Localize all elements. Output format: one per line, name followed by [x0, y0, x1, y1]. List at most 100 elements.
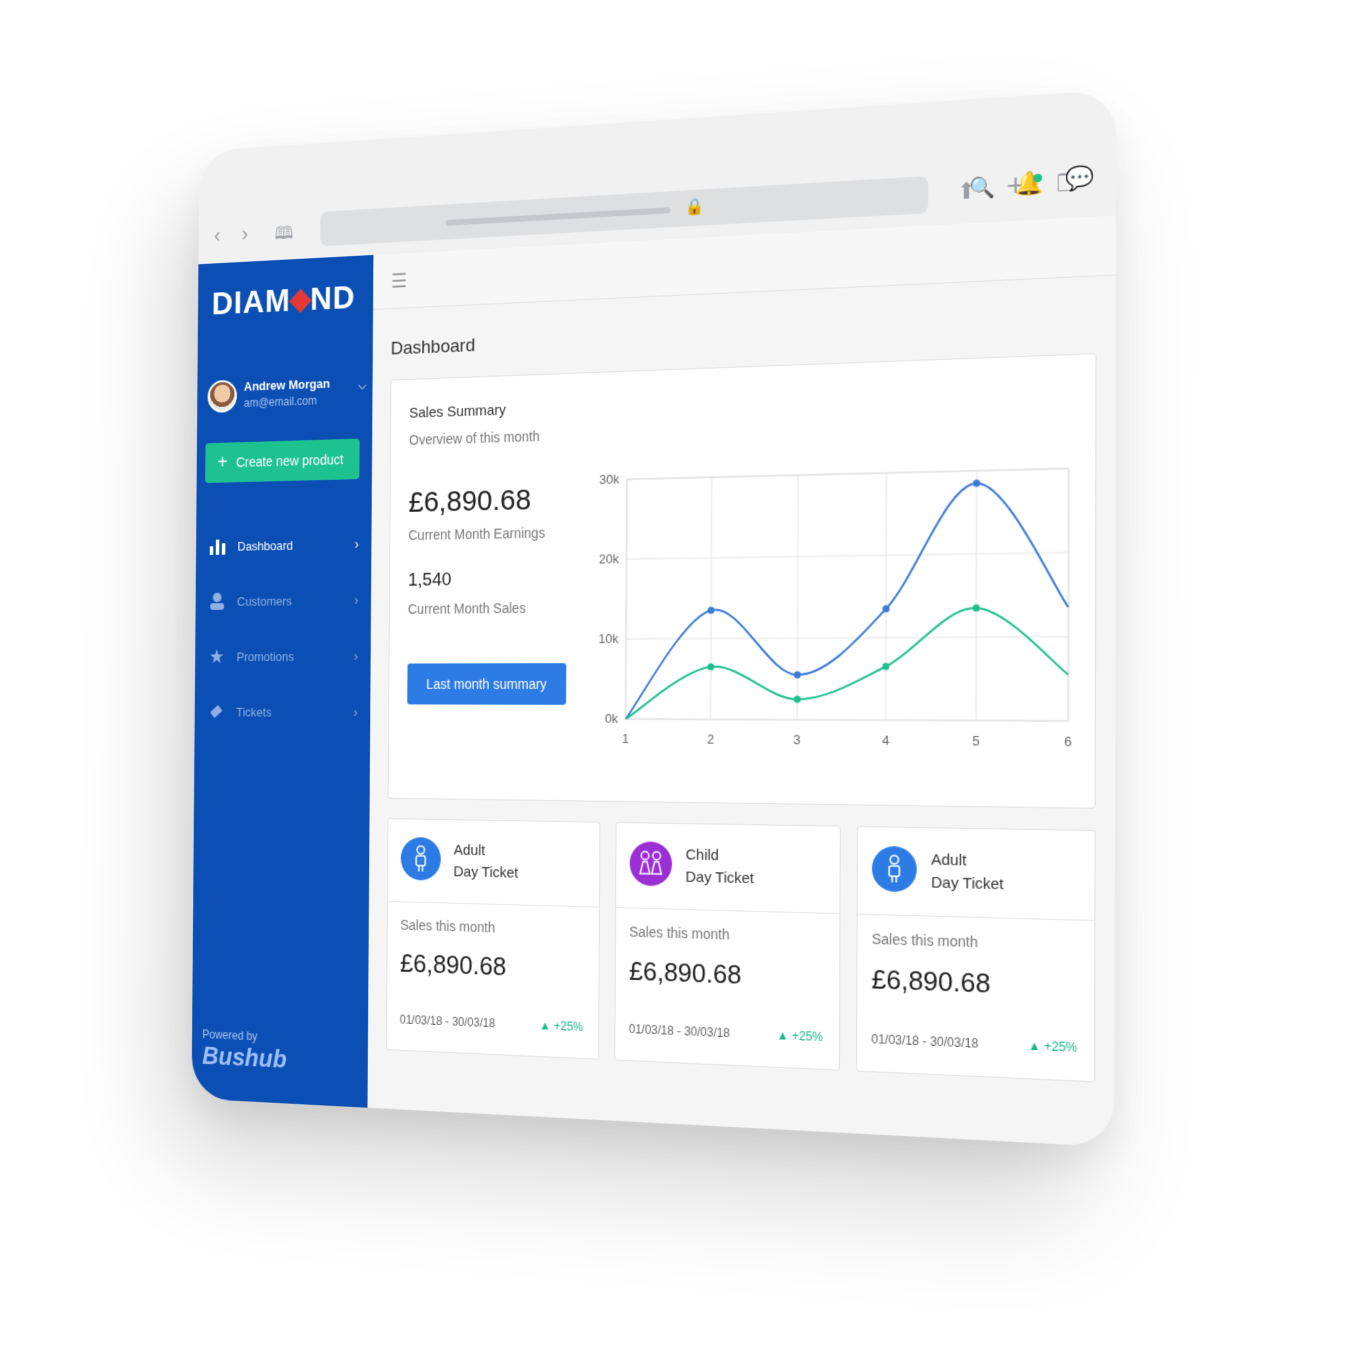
card-delta: ▲ +25%: [1028, 1038, 1078, 1056]
chevron-right-icon: ›: [354, 536, 359, 552]
sidebar-item-label: Customers: [236, 593, 292, 609]
card-subtitle: Day Ticket: [685, 868, 755, 888]
user-profile[interactable]: Andrew Morgan am@email.com ⌵: [207, 371, 366, 419]
sidebar-item-dashboard[interactable]: Dashboard ›: [196, 516, 372, 575]
card-value: £6,890.68: [629, 955, 742, 990]
card-header: Child Day Ticket: [616, 822, 840, 915]
chart-frame: [626, 468, 1069, 720]
card-date-range: 01/03/18 - 30/03/18: [399, 1012, 496, 1031]
data-point: [882, 605, 890, 613]
browser-window: ‹ › 🕮 🔒 ⬆ + ❐ DIAM ND Andrew Morgan am@e…: [191, 89, 1117, 1148]
user-name: Andrew Morgan: [243, 376, 331, 394]
main-content: ☰ 🔍 🔔 💬 Dashboard Sales Summary Overview…: [367, 164, 1116, 1148]
x-tick-label: 5: [972, 733, 980, 749]
url-text: [445, 207, 671, 226]
x-tick-label: 6: [1064, 733, 1072, 749]
sales-label: Current Month Sales: [407, 600, 526, 617]
card-title: Child: [685, 846, 719, 865]
sales-value: 1,540: [408, 569, 452, 591]
x-tick-label: 1: [622, 731, 629, 746]
x-gridline: [886, 473, 887, 720]
y-gridline: [626, 719, 1069, 721]
card-value: £6,890.68: [871, 963, 991, 999]
chevron-right-icon: ›: [354, 592, 359, 608]
card-value: £6,890.68: [399, 948, 507, 982]
sidebar-item-tickets[interactable]: Tickets ›: [195, 684, 371, 740]
card-title: Adult: [931, 851, 967, 870]
bookmarks-icon[interactable]: 🕮: [275, 221, 294, 251]
sidebar-item-label: Tickets: [236, 704, 272, 719]
search-icon[interactable]: 🔍: [969, 174, 995, 201]
x-gridline: [797, 475, 798, 720]
y-tick-label: 0k: [605, 711, 619, 726]
sidebar-item-customers[interactable]: Customers ›: [195, 572, 371, 629]
y-tick-label: 20k: [599, 551, 620, 567]
chevron-right-icon: ›: [353, 648, 359, 664]
y-tick-label: 10k: [599, 631, 620, 646]
ticket-card[interactable]: Adult Day Ticket Sales this month £6,890…: [856, 825, 1096, 1083]
data-point: [707, 663, 715, 671]
last-month-summary-button[interactable]: Last month summary: [407, 663, 567, 705]
lock-icon: 🔒: [684, 198, 705, 217]
sidebar: DIAM ND Andrew Morgan am@email.com ⌵ + C…: [191, 254, 374, 1108]
diamond-icon: [289, 288, 312, 313]
powered-by: Powered by Bushub: [202, 1027, 287, 1074]
ticket-card[interactable]: Adult Day Ticket Sales this month £6,890…: [385, 818, 601, 1060]
x-gridline: [1068, 468, 1069, 720]
earnings-value: £6,890.68: [408, 483, 532, 519]
panel-title: Sales Summary: [409, 401, 507, 422]
card-delta: ▲ +25%: [539, 1018, 584, 1035]
sales-summary-panel: Sales Summary Overview of this month £6,…: [387, 353, 1097, 809]
powered-brand[interactable]: Bushub: [202, 1041, 287, 1075]
card-label: Sales this month: [629, 923, 730, 943]
data-point: [972, 604, 980, 612]
x-tick-label: 4: [882, 732, 889, 748]
card-label: Sales this month: [400, 916, 496, 936]
user-email: am@email.com: [243, 393, 317, 410]
x-gridline: [976, 471, 977, 721]
sidebar-nav: Dashboard › Customers › ★ Promotions › T…: [195, 516, 372, 741]
logo-text-left: DIAM: [211, 282, 291, 323]
star-icon: ★: [208, 646, 225, 668]
earnings-label: Current Month Earnings: [408, 524, 546, 543]
back-icon[interactable]: ‹: [214, 223, 220, 248]
adult-person-icon: [400, 836, 441, 881]
card-date-range: 01/03/18 - 30/03/18: [628, 1021, 730, 1041]
y-gridline: [626, 637, 1068, 639]
forward-icon[interactable]: ›: [242, 222, 249, 247]
data-point: [972, 479, 981, 487]
y-gridline: [627, 468, 1069, 479]
chevron-right-icon: ›: [353, 704, 358, 720]
data-point: [707, 606, 715, 614]
ticket-icon: [207, 703, 226, 720]
x-tick-label: 3: [793, 732, 800, 748]
hamburger-icon[interactable]: ☰: [391, 269, 407, 294]
sales-line-chart: 0k 10k 20k 30k 1 2 3 4 5 6: [599, 458, 1079, 749]
x-gridline: [711, 477, 712, 719]
brand-logo[interactable]: DIAM ND: [212, 279, 356, 323]
bar-chart-icon: [208, 537, 227, 556]
x-tick-label: 2: [707, 731, 714, 747]
create-product-button[interactable]: + Create new product: [205, 438, 360, 484]
chevron-down-icon[interactable]: ⌵: [358, 379, 366, 394]
ticket-card[interactable]: Child Day Ticket Sales this month £6,890…: [614, 821, 841, 1071]
chat-icon[interactable]: 💬: [1065, 164, 1094, 193]
card-subtitle: Day Ticket: [931, 873, 1004, 894]
avatar: [207, 379, 238, 413]
adult-person-icon: [871, 845, 917, 893]
card-title: Adult: [453, 841, 486, 860]
panel-subtitle: Overview of this month: [408, 428, 540, 448]
data-point: [793, 695, 801, 703]
card-header: Adult Day Ticket: [387, 819, 600, 908]
sidebar-item-promotions[interactable]: ★ Promotions ›: [195, 628, 371, 684]
y-gridline: [626, 553, 1068, 560]
x-gridline: [625, 479, 629, 719]
card-delta: ▲ +25%: [776, 1027, 823, 1045]
card-label: Sales this month: [871, 930, 978, 951]
ticket-cards: Adult Day Ticket Sales this month £6,890…: [385, 818, 1096, 1084]
logo-text-right: ND: [309, 278, 356, 318]
data-point: [882, 662, 890, 671]
create-product-label: Create new product: [236, 451, 344, 470]
y-tick-label: 30k: [599, 471, 620, 487]
plus-icon: +: [217, 451, 228, 473]
